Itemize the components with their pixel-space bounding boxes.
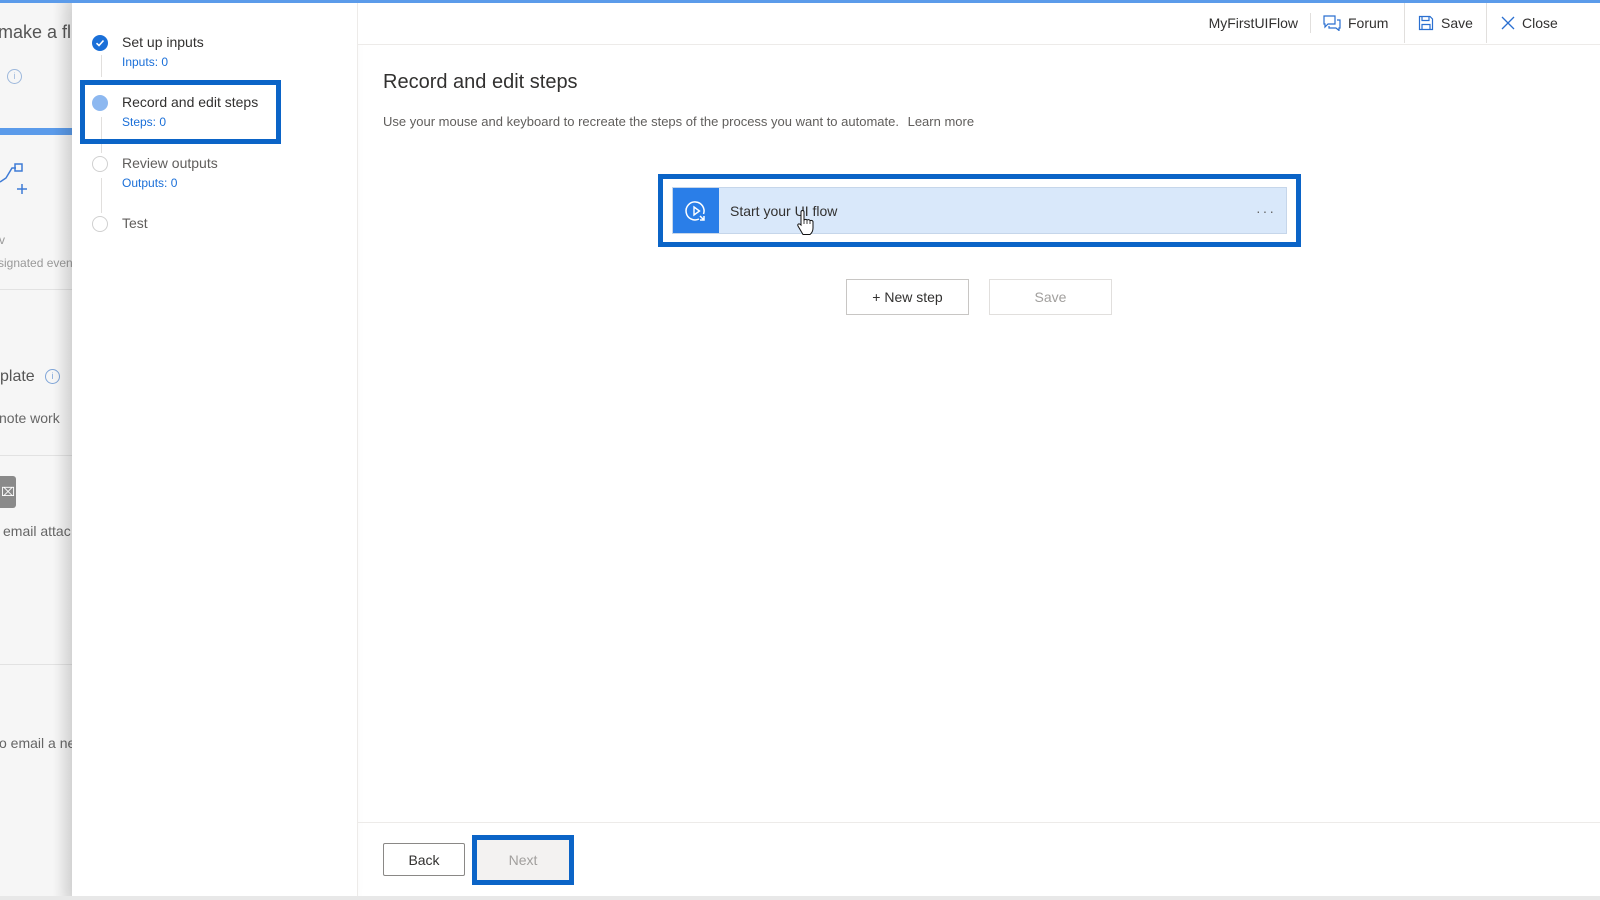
step-count: Outputs: 0 [122, 176, 178, 190]
close-icon [1501, 16, 1515, 30]
close-button[interactable]: Close [1501, 3, 1558, 43]
back-button[interactable]: Back [383, 843, 465, 876]
new-step-button[interactable]: + New step [846, 279, 969, 315]
pending-step-icon [92, 216, 108, 232]
template-tile-icon: ⌧ [0, 476, 16, 508]
start-card-label: Start your UI flow [730, 202, 838, 219]
background-heading: plate [0, 368, 35, 385]
description-text: Use your mouse and keyboard to recreate … [383, 114, 899, 129]
more-options-button[interactable]: ··· [1246, 188, 1286, 233]
close-label: Close [1522, 15, 1558, 31]
divider [1486, 3, 1487, 43]
flow-add-icon [0, 163, 27, 194]
info-icon: i [7, 69, 22, 84]
bottom-edge [0, 896, 1600, 900]
forum-button[interactable]: Forum [1323, 3, 1388, 43]
step-count: Inputs: 0 [122, 55, 169, 69]
step-label: Set up inputs [122, 34, 204, 50]
background-page: make a fl i v signated even plate i note… [0, 0, 72, 900]
wizard-step-review-outputs[interactable]: Review outputs Outputs: 0 [92, 155, 302, 196]
header-bar: MyFirstUIFlow Forum Save Close [358, 3, 1600, 45]
pending-step-icon [92, 156, 108, 172]
ui-flow-trigger-icon [673, 188, 719, 233]
step-label: Review outputs [122, 155, 218, 171]
step-highlight-box [80, 80, 281, 144]
learn-more-link[interactable]: Learn more [908, 114, 974, 129]
step-label: Test [122, 215, 148, 231]
divider [1310, 13, 1311, 33]
save-icon [1418, 15, 1434, 31]
header-save-button[interactable]: Save [1418, 3, 1473, 43]
save-label: Save [1441, 15, 1473, 31]
top-accent-bar [0, 0, 1600, 3]
page-description: Use your mouse and keyboard to recreate … [383, 114, 974, 129]
divider [1404, 3, 1405, 43]
page-title: Record and edit steps [383, 71, 578, 93]
background-text: note work [0, 410, 60, 426]
forum-icon [1323, 15, 1341, 31]
wizard-step-set-up-inputs[interactable]: Set up inputs Inputs: 0 [92, 34, 302, 75]
next-button[interactable]: Next [477, 840, 569, 880]
start-ui-flow-card[interactable]: Start your UI flow ··· [672, 187, 1287, 234]
checkmark-icon [92, 35, 108, 51]
save-button[interactable]: Save [989, 279, 1112, 315]
wizard-steps-panel: Set up inputs Inputs: 0 Record and edit … [72, 3, 358, 900]
wizard-step-test[interactable]: Test [92, 215, 302, 240]
background-text: v [0, 233, 5, 247]
footer-divider [358, 822, 1600, 823]
forum-label: Forum [1348, 15, 1389, 31]
flow-name: MyFirstUIFlow [1208, 15, 1298, 31]
